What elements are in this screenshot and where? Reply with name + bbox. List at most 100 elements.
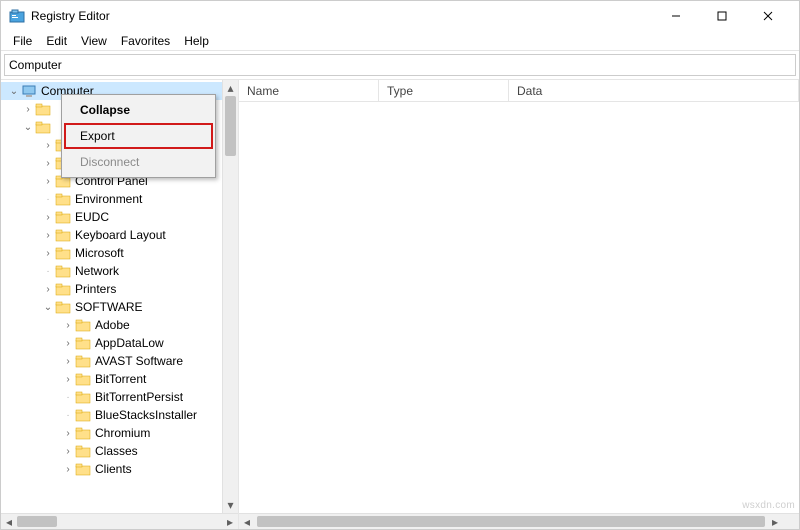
- minimize-button[interactable]: [653, 1, 699, 31]
- tree-node-classes[interactable]: › Classes: [1, 442, 222, 460]
- tree-node-environment[interactable]: · Environment: [1, 190, 222, 208]
- tree-node-clients[interactable]: › Clients: [1, 460, 222, 478]
- chevron-right-icon[interactable]: ›: [41, 212, 55, 223]
- column-header-data[interactable]: Data: [509, 80, 799, 101]
- scroll-thumb[interactable]: [257, 516, 765, 527]
- tree-node-label: Network: [75, 264, 119, 278]
- tree-node-label: AppDataLow: [95, 336, 164, 350]
- tree-leaf-icon: ·: [61, 392, 75, 403]
- menu-help[interactable]: Help: [178, 32, 215, 50]
- tree-node-keyboard-layout[interactable]: › Keyboard Layout: [1, 226, 222, 244]
- list-horizontal-scrollbar[interactable]: ◂ ▸: [239, 513, 799, 529]
- tree-node-avast[interactable]: › AVAST Software: [1, 352, 222, 370]
- chevron-right-icon[interactable]: ›: [61, 320, 75, 331]
- tree-node-microsoft[interactable]: › Microsoft: [1, 244, 222, 262]
- tree-node-label: Microsoft: [75, 246, 124, 260]
- chevron-right-icon[interactable]: ›: [61, 464, 75, 475]
- folder-icon: [75, 371, 91, 387]
- chevron-right-icon[interactable]: ›: [41, 140, 55, 151]
- tree-node-eudc[interactable]: › EUDC: [1, 208, 222, 226]
- tree-node-bittorrent[interactable]: › BitTorrent: [1, 370, 222, 388]
- tree-vertical-scrollbar[interactable]: ▴ ▾: [222, 80, 238, 513]
- list-pane: Name Type Data ◂ ▸: [239, 80, 799, 529]
- folder-icon: [75, 335, 91, 351]
- folder-icon: [55, 281, 71, 297]
- tree-node-label: AVAST Software: [95, 354, 183, 368]
- folder-icon: [75, 461, 91, 477]
- folder-icon: [55, 245, 71, 261]
- folder-icon: [55, 263, 71, 279]
- close-button[interactable]: [745, 1, 791, 31]
- scroll-thumb[interactable]: [17, 516, 57, 527]
- chevron-right-icon[interactable]: ›: [61, 338, 75, 349]
- menu-edit[interactable]: Edit: [40, 32, 73, 50]
- tree-view[interactable]: ⌄ Computer › ⌄: [1, 80, 222, 513]
- folder-icon: [75, 389, 91, 405]
- computer-icon: [21, 83, 37, 99]
- chevron-right-icon[interactable]: ›: [41, 176, 55, 187]
- tree-node-bittorrentpersist[interactable]: · BitTorrentPersist: [1, 388, 222, 406]
- scroll-up-icon[interactable]: ▴: [223, 80, 238, 96]
- tree-node-printers[interactable]: › Printers: [1, 280, 222, 298]
- list-header: Name Type Data: [239, 80, 799, 102]
- menubar: File Edit View Favorites Help: [1, 31, 799, 51]
- column-header-type[interactable]: Type: [379, 80, 509, 101]
- titlebar: Registry Editor: [1, 1, 799, 31]
- tree-node-appdatalow[interactable]: › AppDataLow: [1, 334, 222, 352]
- chevron-right-icon[interactable]: ›: [21, 104, 35, 115]
- chevron-right-icon[interactable]: ›: [61, 428, 75, 439]
- tree-node-chromium[interactable]: › Chromium: [1, 424, 222, 442]
- chevron-down-icon[interactable]: ⌄: [41, 302, 55, 313]
- tree-node-label: Clients: [95, 462, 132, 476]
- scroll-right-icon[interactable]: ▸: [767, 515, 783, 529]
- scroll-track[interactable]: [17, 514, 222, 529]
- tree-horizontal-scrollbar[interactable]: ◂ ▸: [1, 513, 238, 529]
- chevron-right-icon[interactable]: ›: [61, 446, 75, 457]
- tree-leaf-icon: ·: [41, 266, 55, 277]
- chevron-right-icon[interactable]: ›: [61, 374, 75, 385]
- tree-node-label: SOFTWARE: [75, 300, 143, 314]
- scroll-track[interactable]: [255, 514, 767, 529]
- tree-node-software[interactable]: ⌄ SOFTWARE: [1, 298, 222, 316]
- column-header-name[interactable]: Name: [239, 80, 379, 101]
- chevron-right-icon[interactable]: ›: [61, 356, 75, 367]
- context-menu-export[interactable]: Export: [64, 123, 213, 149]
- context-menu-collapse[interactable]: Collapse: [64, 97, 213, 123]
- scroll-thumb[interactable]: [225, 96, 236, 156]
- context-menu-disconnect: Disconnect: [64, 149, 213, 175]
- menu-view[interactable]: View: [75, 32, 113, 50]
- tree-node-label: Adobe: [95, 318, 130, 332]
- tree-node-label: Keyboard Layout: [75, 228, 166, 242]
- chevron-right-icon[interactable]: ›: [41, 284, 55, 295]
- watermark: wsxdn.com: [742, 500, 795, 511]
- folder-icon: [35, 119, 51, 135]
- maximize-button[interactable]: [699, 1, 745, 31]
- scroll-down-icon[interactable]: ▾: [223, 497, 238, 513]
- scroll-right-icon[interactable]: ▸: [222, 515, 238, 529]
- tree-node-label: Environment: [75, 192, 142, 206]
- tree-node-label: Classes: [95, 444, 138, 458]
- menu-file[interactable]: File: [7, 32, 38, 50]
- context-menu: Collapse Export Disconnect: [61, 94, 216, 178]
- tree-node-network[interactable]: · Network: [1, 262, 222, 280]
- chevron-right-icon[interactable]: ›: [41, 230, 55, 241]
- scroll-left-icon[interactable]: ◂: [239, 515, 255, 529]
- scroll-track[interactable]: [223, 96, 238, 497]
- address-bar[interactable]: Computer: [4, 54, 796, 76]
- folder-icon: [55, 299, 71, 315]
- chevron-down-icon[interactable]: ⌄: [7, 86, 21, 97]
- tree-node-adobe[interactable]: › Adobe: [1, 316, 222, 334]
- folder-icon: [75, 443, 91, 459]
- list-body[interactable]: [239, 102, 799, 513]
- chevron-right-icon[interactable]: ›: [41, 158, 55, 169]
- tree-node-label: BitTorrentPersist: [95, 390, 183, 404]
- menu-favorites[interactable]: Favorites: [115, 32, 176, 50]
- chevron-down-icon[interactable]: ⌄: [21, 122, 35, 133]
- folder-icon: [55, 209, 71, 225]
- chevron-right-icon[interactable]: ›: [41, 248, 55, 259]
- registry-editor-window: Registry Editor File Edit View Favorites…: [0, 0, 800, 530]
- scroll-left-icon[interactable]: ◂: [1, 515, 17, 529]
- tree-leaf-icon: ·: [61, 410, 75, 421]
- tree-node-bluestacks[interactable]: · BlueStacksInstaller: [1, 406, 222, 424]
- app-icon: [9, 8, 25, 24]
